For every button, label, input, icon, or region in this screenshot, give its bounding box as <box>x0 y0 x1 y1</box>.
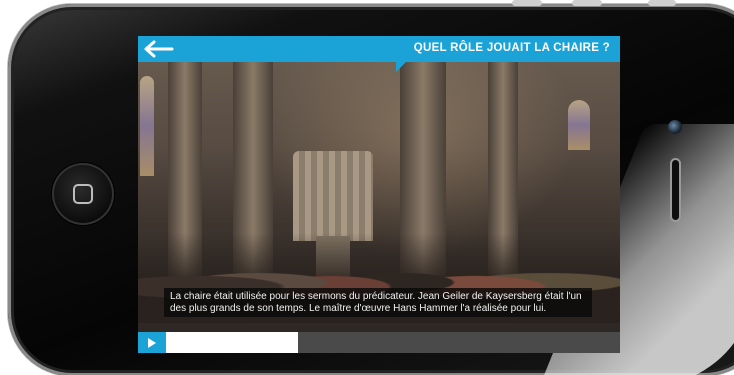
power-button <box>648 0 676 6</box>
video-caption: La chaire était utilisée pour les sermon… <box>164 288 592 317</box>
progress-fill <box>166 332 298 353</box>
video-controls <box>138 332 620 353</box>
progress-bar[interactable] <box>166 332 620 353</box>
play-button[interactable] <box>138 332 166 353</box>
title-pointer <box>396 62 406 72</box>
home-button[interactable] <box>52 163 114 225</box>
stained-glass-window <box>568 100 590 150</box>
page-title: QUEL RÔLE JOUAIT LA CHAIRE ? <box>413 42 610 54</box>
home-button-icon <box>73 184 93 204</box>
play-icon <box>148 337 156 348</box>
earpiece-speaker <box>670 158 681 222</box>
top-bar: QUEL RÔLE JOUAIT LA CHAIRE ? <box>138 36 620 62</box>
arrow-left-icon <box>144 40 174 58</box>
stained-glass-window <box>140 76 154 176</box>
app-screen: QUEL RÔLE JOUAIT LA CHAIRE ? La chaire é… <box>138 36 620 353</box>
volume-button <box>572 0 602 6</box>
back-button[interactable] <box>142 37 176 61</box>
pulpit <box>293 151 373 241</box>
volume-button <box>512 0 542 6</box>
front-camera <box>668 120 682 134</box>
